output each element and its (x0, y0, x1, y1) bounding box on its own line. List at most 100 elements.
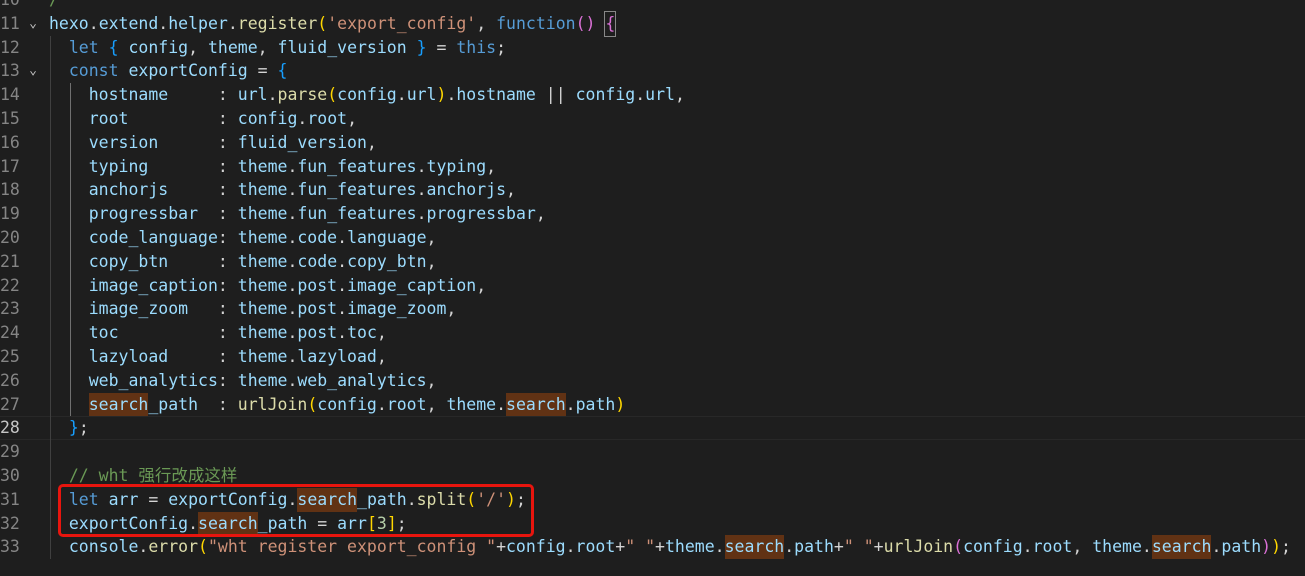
code-token: exportConfig (68, 513, 189, 533)
line-number: 19 (0, 204, 20, 224)
code-line[interactable]: 14 hostname : url. parse(config. url). host… (0, 83, 1305, 107)
line-number: 22 (0, 275, 20, 295)
code-token: . (287, 156, 298, 176)
code-line[interactable]: 31 let arr = exportConfig. search _path. sp… (0, 487, 1305, 512)
code-text: }; (49, 416, 89, 440)
code-text: toc : theme. post. toc, (49, 321, 387, 345)
code-token: . (287, 275, 298, 295)
code-line[interactable]: 18 anchorjs : theme. fun_features. anchorj… (0, 178, 1305, 203)
code-token: function (496, 13, 576, 33)
code-line[interactable]: 26 web_analytics: theme. web_analytics, (0, 368, 1305, 393)
code-token: . (337, 275, 348, 295)
code-line[interactable]: 33 console. error("wht register export_co… (0, 535, 1305, 560)
code-token: . (188, 513, 199, 533)
code-line[interactable]: 19 progressbar : theme. fun_features. prog… (0, 202, 1305, 226)
code-token: typing (88, 156, 149, 176)
code-line[interactable]: 13 ⌄ const exportConfig = { (0, 59, 1305, 84)
code-line[interactable]: 32 exportConfig. search _path = arr[3]; (0, 511, 1305, 536)
code-token: config (128, 37, 189, 57)
code-token: . (1141, 537, 1152, 557)
code-token: { (108, 37, 119, 57)
code-line[interactable]: 17 typing : theme. fun_features. typing, (0, 154, 1305, 179)
code-token: , (535, 204, 546, 224)
code-line[interactable]: 10 / (0, 0, 1305, 12)
code-text: progressbar : theme. fun_features. progres… (49, 202, 546, 226)
code-token: . (337, 251, 348, 271)
code-line[interactable]: 30 // wht 强行改成这样 (0, 464, 1305, 488)
code-token: config (963, 537, 1023, 557)
code-token: ( (466, 489, 477, 509)
code-token: console (68, 537, 139, 557)
code-editor[interactable]: 10/11⌄hexo.extend.helper.register('expor… (0, 0, 1305, 576)
code-line[interactable]: 20 code_language: theme. code. language, (0, 226, 1305, 250)
code-line[interactable]: 29 (0, 440, 1305, 464)
code-token: . (287, 228, 298, 247)
code-line[interactable]: 16 version : fluid_version, (0, 130, 1305, 155)
code-token: } (416, 37, 427, 57)
code-token: theme (237, 156, 288, 176)
line-number-gutter: 13 ⌄ (0, 59, 48, 83)
code-token: split (416, 489, 467, 509)
code-token: . (287, 347, 298, 366)
code-text: web_analytics: theme. web_analytics, (49, 369, 437, 393)
code-token: theme (237, 180, 288, 200)
code-line[interactable]: 24 toc : theme. post. toc, (0, 321, 1305, 345)
code-token: ) (585, 13, 596, 33)
fold-chevron-icon[interactable]: ⌄ (24, 12, 42, 36)
code-token: root (88, 109, 129, 128)
code-token: theme (237, 204, 288, 224)
code-token: const (68, 61, 119, 81)
code-line[interactable]: 15 root : config. root, (0, 107, 1305, 131)
code-token: ( (307, 394, 318, 414)
code-token: . (287, 204, 298, 224)
code-line[interactable]: 11 ⌄ hexo. extend. helper. register('export_c… (0, 10, 1305, 37)
code-token: + (496, 537, 506, 557)
code-token: web_analytics (88, 370, 218, 390)
code-token: : (168, 251, 238, 271)
code-text: console. error("wht register export_confi… (49, 535, 1291, 560)
code-token: config (317, 394, 377, 414)
line-number: 30 (0, 466, 20, 485)
indent-guide (50, 511, 51, 536)
code-line[interactable]: 28 }; (0, 416, 1305, 441)
code-token: . (714, 537, 725, 557)
code-token: copy_btn (88, 251, 169, 271)
code-line[interactable]: 12 let { config, theme, fluid_version } … (0, 35, 1305, 60)
code-token: , (366, 132, 377, 152)
indent-guide (50, 226, 51, 250)
code-text: lazyload : theme. lazyload, (49, 345, 387, 369)
code-token: web_analytics (297, 370, 427, 390)
code-line[interactable]: 27 search _path : urlJoin(config. root, th… (0, 392, 1305, 417)
code-token: . (416, 156, 427, 176)
indent-guide (69, 392, 71, 417)
indent-guide (50, 345, 51, 369)
code-token: , (446, 299, 457, 319)
code-token: "wht register export_config " (207, 537, 497, 557)
fold-chevron-icon[interactable]: ⌄ (24, 59, 42, 83)
code-token: lazyload (88, 347, 169, 366)
code-token: hostname (88, 85, 169, 105)
code-token: path (575, 394, 616, 414)
code-line[interactable]: 21 copy_btn : theme. code. copy_btn, (0, 249, 1305, 274)
indent-guide (50, 321, 51, 345)
code-token: post (297, 275, 338, 295)
code-token: / (49, 0, 59, 12)
code-token: theme (237, 275, 288, 295)
code-line[interactable]: 23 image_zoom : theme. post. image_zoom, (0, 297, 1305, 322)
code-line[interactable]: 22 image_caption: theme. post. image_capti… (0, 273, 1305, 298)
code-token: fluid_version (277, 37, 407, 57)
code-token: + (655, 537, 665, 557)
code-token: . (406, 489, 417, 509)
code-line[interactable]: 25 lazyload : theme. lazyload, (0, 345, 1305, 369)
code-token: progressbar (88, 204, 199, 224)
code-token: ; (396, 513, 407, 533)
code-token: toc (88, 323, 119, 343)
indent-guide (50, 35, 51, 60)
code-token: config (506, 537, 566, 557)
code-token: . (227, 13, 238, 33)
line-number-gutter: 30 (0, 464, 48, 488)
code-token: theme (1092, 537, 1142, 557)
indent-guide (69, 107, 71, 131)
